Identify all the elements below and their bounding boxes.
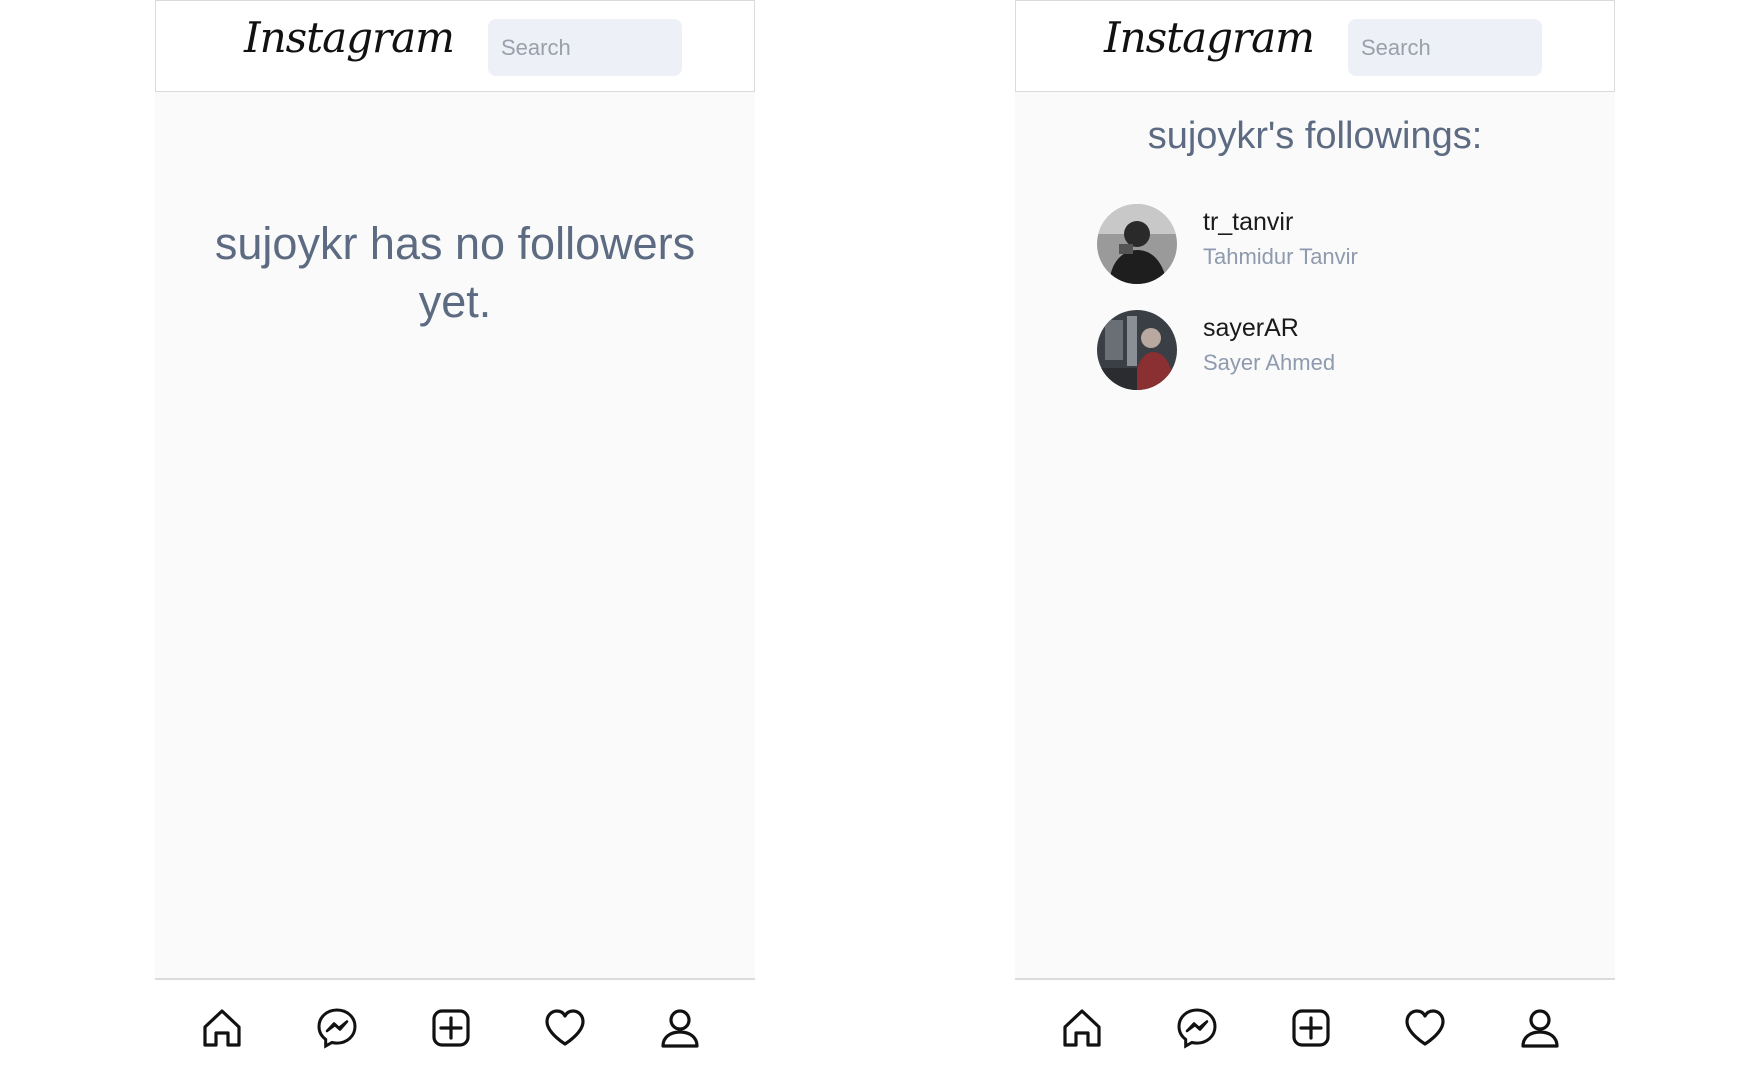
profile-icon[interactable] [1518, 1006, 1562, 1050]
empty-followers-message: sujoykr has no followers yet. [214, 218, 696, 327]
avatar[interactable] [1097, 310, 1177, 390]
messenger-icon[interactable] [1175, 1006, 1219, 1050]
search-input[interactable] [1348, 19, 1542, 76]
username[interactable]: sayerAR [1203, 314, 1299, 343]
followers-screen: Instagram sujoykr has no followers yet. [155, 0, 755, 1066]
username[interactable]: tr_tanvir [1203, 208, 1293, 237]
full-name: Tahmidur Tanvir [1203, 244, 1358, 269]
instagram-logo[interactable]: Instagram [244, 13, 455, 62]
heart-icon[interactable] [543, 1006, 587, 1050]
search-input[interactable] [488, 19, 682, 76]
instagram-logo[interactable]: Instagram [1104, 13, 1315, 62]
bottom-nav [1015, 978, 1615, 1066]
profile-icon[interactable] [658, 1006, 702, 1050]
avatar[interactable] [1097, 204, 1177, 284]
home-icon[interactable] [1060, 1006, 1104, 1050]
home-icon[interactable] [200, 1006, 244, 1050]
top-header: Instagram [1015, 0, 1615, 92]
full-name: Sayer Ahmed [1203, 350, 1336, 375]
following-item[interactable]: tr_tanvir Tahmidur Tanvir [1097, 204, 1537, 284]
heart-icon[interactable] [1403, 1006, 1447, 1050]
top-header: Instagram [155, 0, 755, 92]
messenger-icon[interactable] [315, 1006, 359, 1050]
add-post-icon[interactable] [1289, 1006, 1333, 1050]
add-post-icon[interactable] [429, 1006, 473, 1050]
followings-title: sujoykr's followings: [1147, 115, 1483, 157]
bottom-nav [155, 978, 755, 1066]
following-item[interactable]: sayerAR Sayer Ahmed [1097, 310, 1537, 390]
followings-screen: Instagram sujoykr's followings: tr_tanvi… [1015, 0, 1615, 1066]
